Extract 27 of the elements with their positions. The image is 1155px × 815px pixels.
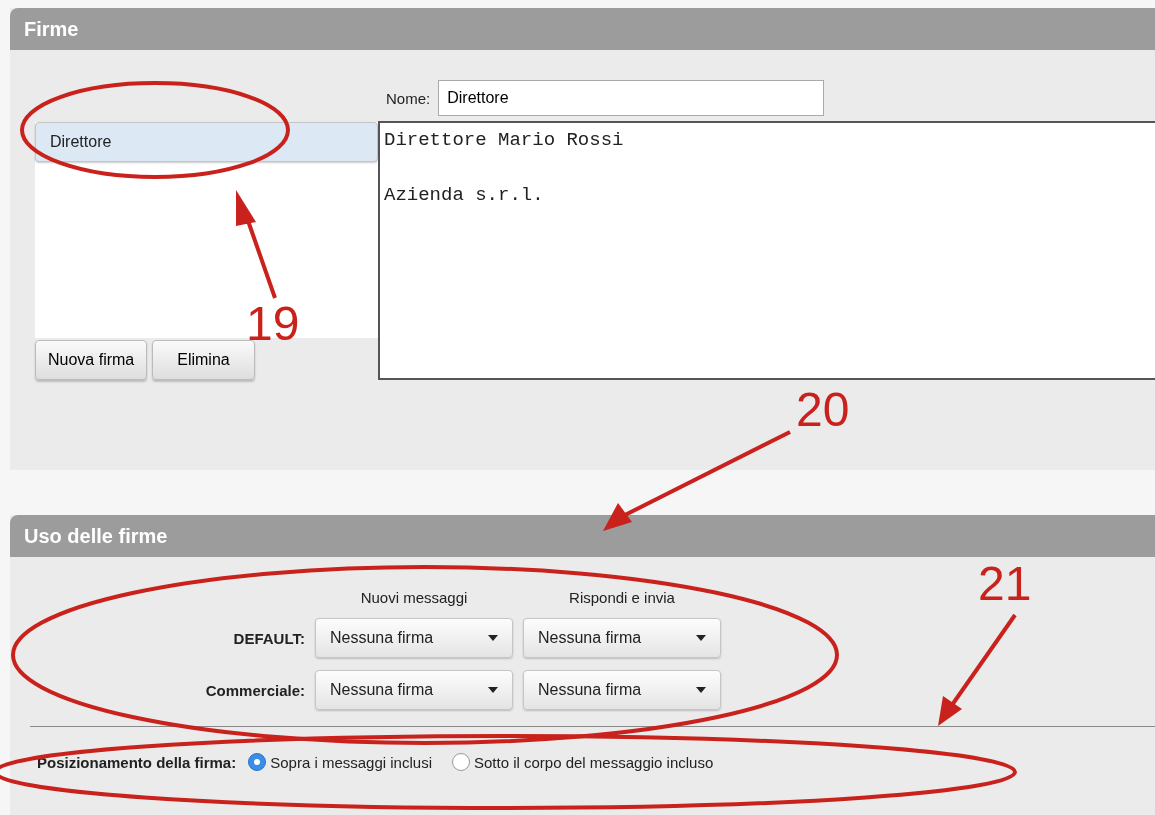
radio-option[interactable]: Sotto il corpo del messaggio incluso xyxy=(451,753,714,771)
row-label: Commerciale: xyxy=(204,681,305,699)
column-header: Nuovi messaggi xyxy=(359,589,469,606)
signature-dropdown[interactable]: Nessuna firma xyxy=(315,618,513,658)
column-header: Rispondi e invia xyxy=(568,589,676,606)
editor-text-line: Direttore Mario Rossi xyxy=(384,129,624,152)
radio-option[interactable]: Sopra i messaggi inclusi xyxy=(248,753,432,771)
signature-dropdown[interactable]: Nessuna firma xyxy=(523,618,721,658)
annotation-number: 21 xyxy=(978,560,1032,608)
caret-icon xyxy=(488,687,498,693)
action-button[interactable]: Nuova firma xyxy=(35,340,148,380)
signature-editor[interactable]: Direttore Mario Rossi Azienda s.r.l. xyxy=(378,121,1155,380)
caret-icon xyxy=(696,635,706,641)
action-button[interactable]: Elimina xyxy=(152,340,255,380)
signature-dropdown[interactable]: Nessuna firma xyxy=(523,670,721,710)
caret-icon xyxy=(696,687,706,693)
row-label: DEFAULT: xyxy=(232,629,305,647)
annotation-number: 20 xyxy=(796,386,850,434)
caret-icon xyxy=(488,635,498,641)
field-label: Nome: xyxy=(386,90,431,107)
field-label: Posizionamento della firma: xyxy=(37,753,237,771)
name-field[interactable]: Direttore xyxy=(438,80,825,116)
signature-dropdown[interactable]: Nessuna firma xyxy=(315,670,513,710)
panel-title: Uso delle firme xyxy=(24,524,168,548)
editor-text-line: Azienda s.r.l. xyxy=(384,184,544,207)
panel-title: Firme xyxy=(24,17,79,41)
signature-list-item[interactable]: Direttore xyxy=(35,122,378,162)
